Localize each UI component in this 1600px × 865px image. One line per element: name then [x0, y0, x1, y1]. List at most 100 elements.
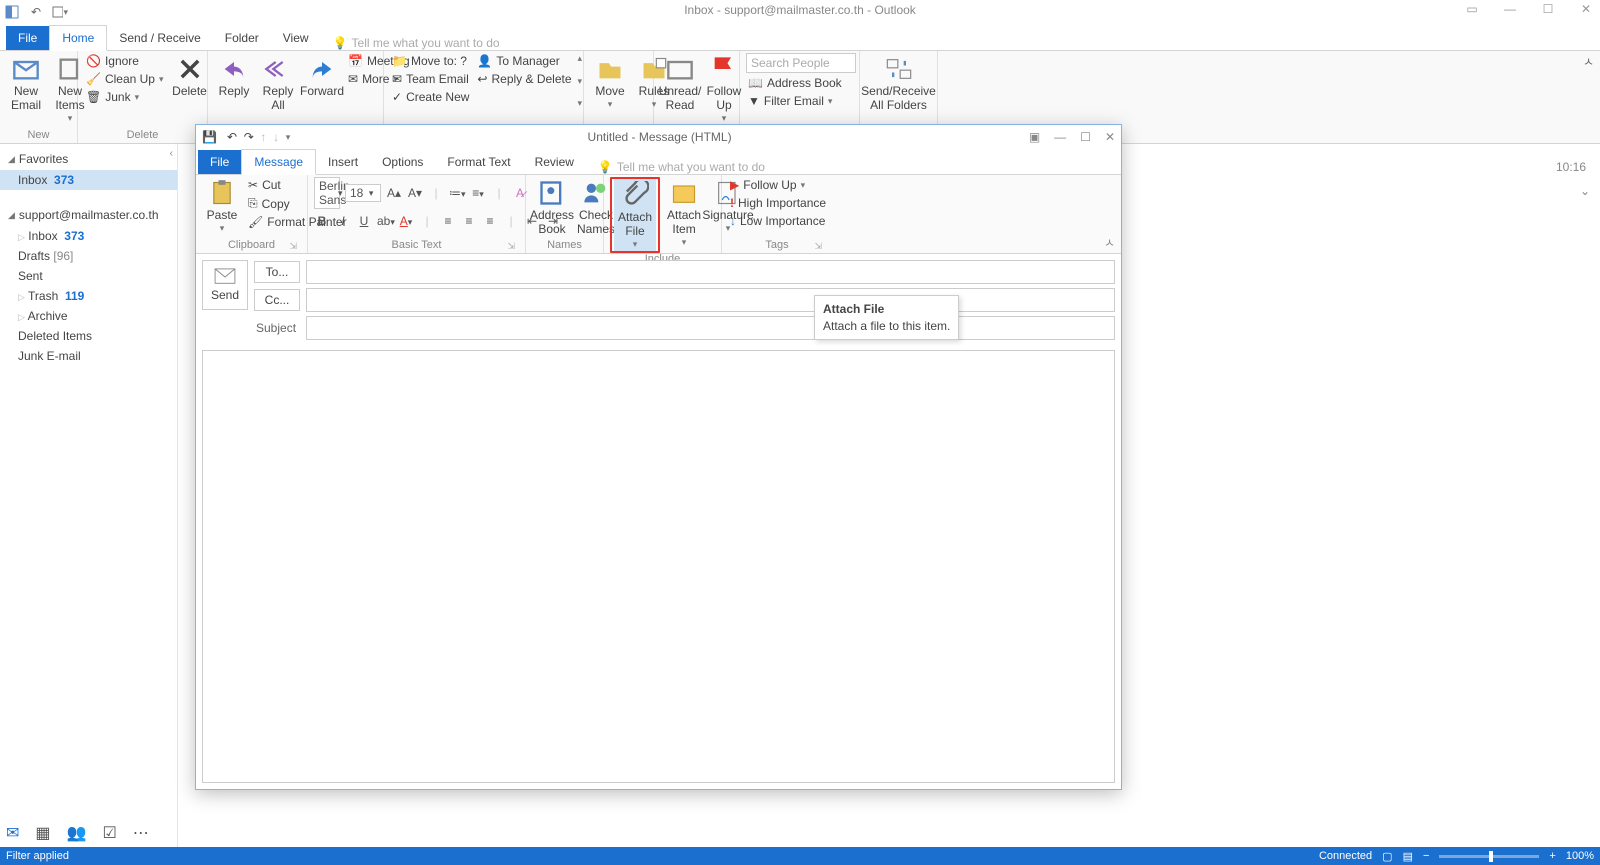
send-button[interactable]: Send: [202, 260, 248, 310]
bold-icon[interactable]: B: [314, 214, 330, 228]
italic-icon[interactable]: I: [335, 214, 351, 228]
font-name-select[interactable]: Berlin Sans ▾: [314, 177, 340, 209]
paste-button[interactable]: Paste▾: [202, 177, 242, 235]
tab-send-receive[interactable]: Send / Receive: [107, 26, 212, 50]
reply-all-button[interactable]: Reply All: [258, 53, 298, 115]
address-book-button[interactable]: 📖 Address Book: [746, 75, 856, 91]
c-tell-me[interactable]: 💡 Tell me what you want to do: [598, 160, 765, 174]
tab-home[interactable]: Home: [49, 25, 107, 51]
qs-reply-delete[interactable]: ↩ Reply & Delete: [475, 71, 573, 87]
tab-folder[interactable]: Folder: [213, 26, 271, 50]
tab-view[interactable]: View: [271, 26, 321, 50]
followup-btn[interactable]: ▶ Follow Up▾: [728, 177, 828, 193]
follow-up-button[interactable]: Follow Up▾: [704, 53, 744, 125]
tab-file[interactable]: File: [6, 26, 49, 50]
cleanup-button[interactable]: 🧹 Clean Up▾: [84, 71, 166, 87]
tasks-view-icon[interactable]: ☑: [102, 823, 116, 843]
minimize-button[interactable]: —: [1500, 2, 1520, 16]
to-button[interactable]: To...: [254, 261, 300, 283]
cc-button[interactable]: Cc...: [254, 289, 300, 311]
c-maximize-button[interactable]: ☐: [1080, 130, 1091, 144]
font-color-icon[interactable]: A▾: [398, 214, 414, 228]
close-button[interactable]: ✕: [1576, 2, 1596, 16]
qat-customize-icon[interactable]: ▾: [52, 4, 68, 20]
view-reading-icon[interactable]: ▤: [1403, 850, 1413, 863]
zoom-out-icon[interactable]: −: [1423, 850, 1429, 862]
favorites-header[interactable]: ◢Favorites: [0, 148, 177, 170]
view-normal-icon[interactable]: ▢: [1382, 850, 1392, 863]
cc-input[interactable]: [306, 288, 1115, 312]
nav-inbox-fav[interactable]: Inbox 373: [0, 170, 177, 190]
account-header[interactable]: ◢support@mailmaster.co.th: [0, 204, 177, 226]
bullets-icon[interactable]: ≔▾: [449, 186, 465, 200]
unread-read-button[interactable]: Unread/ Read: [660, 53, 700, 115]
message-body-editor[interactable]: [202, 350, 1115, 783]
c-collapse-ribbon-icon[interactable]: ㅅ: [1104, 234, 1115, 251]
nav-sent[interactable]: Sent: [0, 266, 177, 286]
c-tab-insert[interactable]: Insert: [316, 150, 370, 174]
filter-email-button[interactable]: ▼ Filter Email▾: [746, 93, 856, 109]
shrink-font-icon[interactable]: A▾: [407, 186, 423, 200]
collapse-ribbon-icon[interactable]: ㅅ: [1583, 53, 1594, 70]
people-view-icon[interactable]: 👥: [67, 823, 87, 843]
ignore-button[interactable]: 🚫 Ignore: [84, 53, 166, 69]
c-down-icon[interactable]: ↓: [273, 130, 279, 144]
highlight-icon[interactable]: ab▾: [377, 214, 393, 228]
c-undo-icon[interactable]: ↶: [227, 130, 237, 144]
c-tab-review[interactable]: Review: [523, 150, 586, 174]
qs-create-new[interactable]: ✓ Create New: [390, 89, 471, 105]
move-button[interactable]: Move▾: [590, 53, 630, 111]
reply-button[interactable]: Reply: [214, 53, 254, 101]
qs-move-to[interactable]: 📁 Move to: ?: [390, 53, 471, 69]
nav-deleted[interactable]: Deleted Items: [0, 326, 177, 346]
calendar-view-icon[interactable]: ▦: [35, 823, 50, 843]
to-input[interactable]: [306, 260, 1115, 284]
send-receive-button[interactable]: Send/Receive All Folders: [866, 53, 931, 115]
maximize-button[interactable]: ☐: [1538, 2, 1558, 16]
c-redo-icon[interactable]: ↷: [244, 130, 254, 144]
c-close-button[interactable]: ✕: [1105, 130, 1115, 144]
qat-outlook-icon[interactable]: [4, 4, 20, 20]
font-size-select[interactable]: 18 ▾: [345, 184, 381, 202]
numbering-icon[interactable]: ≡▾: [470, 186, 486, 200]
attach-item-button[interactable]: Attach Item▾: [664, 177, 704, 249]
underline-icon[interactable]: U: [356, 214, 372, 228]
nav-archive[interactable]: ▷ Archive: [0, 306, 177, 326]
c-save-icon[interactable]: 💾: [202, 130, 217, 144]
align-left-icon[interactable]: ≡: [440, 214, 456, 228]
attach-file-button[interactable]: Attach File▾: [614, 179, 656, 251]
c-popout-icon[interactable]: ▣: [1029, 130, 1040, 144]
nav-inbox[interactable]: ▷ Inbox 373: [0, 226, 177, 246]
nav-trash[interactable]: ▷ Trash 119: [0, 286, 177, 306]
address-book-btn[interactable]: Address Book: [532, 177, 572, 239]
high-importance-btn[interactable]: ! High Importance: [728, 195, 828, 211]
new-email-button[interactable]: New Email: [6, 53, 46, 115]
qs-team-email[interactable]: ✉ Team Email: [390, 71, 471, 87]
align-center-icon[interactable]: ≡: [461, 214, 477, 228]
grow-font-icon[interactable]: A▴: [386, 186, 402, 200]
align-right-icon[interactable]: ≡: [482, 214, 498, 228]
c-tab-message[interactable]: Message: [241, 149, 316, 175]
more-view-icon[interactable]: ⋯: [133, 823, 149, 843]
zoom-in-icon[interactable]: +: [1549, 850, 1555, 862]
qs-to-manager[interactable]: 👤 To Manager: [475, 53, 573, 69]
nav-junk[interactable]: Junk E-mail: [0, 346, 177, 366]
low-importance-btn[interactable]: ↓ Low Importance: [728, 213, 828, 229]
tell-me[interactable]: 💡 Tell me what you want to do: [333, 36, 500, 50]
forward-button[interactable]: Forward: [302, 53, 342, 101]
undo-icon[interactable]: ↶: [28, 4, 44, 20]
reading-pane-toggle-icon[interactable]: ⌄: [1580, 184, 1590, 198]
c-tab-format[interactable]: Format Text: [435, 150, 522, 174]
mail-view-icon[interactable]: ✉: [6, 823, 19, 843]
zoom-slider[interactable]: [1439, 855, 1539, 858]
nav-drafts[interactable]: Drafts [96]: [0, 246, 177, 266]
search-people-input[interactable]: Search People: [746, 53, 856, 73]
c-minimize-button[interactable]: —: [1054, 130, 1066, 144]
junk-button[interactable]: 🗑 Junk▾: [84, 89, 166, 105]
c-tab-file[interactable]: File: [198, 150, 241, 174]
c-tab-options[interactable]: Options: [370, 150, 435, 174]
c-up-icon[interactable]: ↑: [260, 130, 266, 144]
subject-input[interactable]: [306, 316, 1115, 340]
collapse-nav-icon[interactable]: ‹: [170, 148, 173, 159]
delete-button[interactable]: Delete: [170, 53, 210, 101]
